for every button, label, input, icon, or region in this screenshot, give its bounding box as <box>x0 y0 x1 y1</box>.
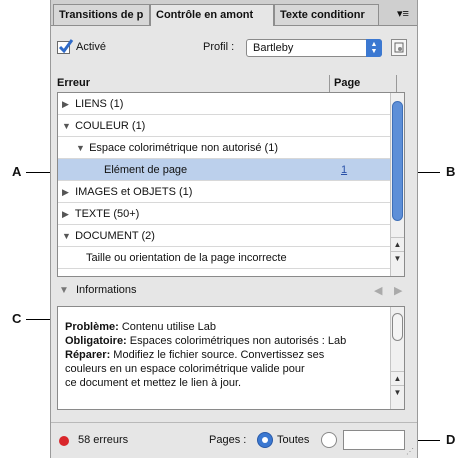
triangle-right-icon[interactable]: ▶ <box>58 93 72 115</box>
column-error[interactable]: Erreur <box>57 75 90 92</box>
panel-menu-icon[interactable]: ▾≡ <box>393 6 413 22</box>
triangle-down-icon[interactable]: ▼ <box>58 115 72 137</box>
scroll-thumb[interactable] <box>392 313 403 341</box>
profile-label: Profil : <box>203 41 235 53</box>
active-checkbox[interactable] <box>57 39 74 54</box>
tab-conditional-text[interactable]: Texte conditionr <box>274 4 379 25</box>
info-scrollbar[interactable]: ▲ ▼ <box>390 307 404 409</box>
scroll-up-icon[interactable]: ▲ <box>391 371 404 385</box>
callout-a: A <box>12 164 22 179</box>
list-item-selected[interactable]: Elément de page 1 <box>58 159 390 181</box>
info-box: Problème: Contenu utilise Lab Obligatoir… <box>57 306 405 410</box>
next-error-icon[interactable]: ▶ <box>394 284 402 297</box>
resize-grip-icon[interactable]: ⋰ <box>406 447 414 456</box>
column-page[interactable]: Page <box>334 75 360 92</box>
row-label: TEXTE (50+) <box>74 208 140 220</box>
tab-bar: Transitions de p Contrôle en amont Texte… <box>51 0 417 26</box>
radio-toutes[interactable] <box>257 432 273 448</box>
page-link[interactable]: 1 <box>341 159 347 181</box>
info-toggle-icon[interactable]: ▼ <box>59 285 69 296</box>
column-divider <box>329 75 330 92</box>
toutes-label: Toutes <box>277 434 310 446</box>
triangle-down-icon[interactable]: ▼ <box>58 225 72 247</box>
callout-c: C <box>12 311 22 326</box>
list-item[interactable]: Taille ou orientation de la page incorre… <box>58 247 390 269</box>
pages-label: Pages : <box>209 434 247 446</box>
scroll-thumb[interactable] <box>392 101 403 221</box>
error-count: 58 erreurs <box>78 434 129 446</box>
tab-preflight[interactable]: Contrôle en amont <box>150 4 274 26</box>
row-label: DOCUMENT (2) <box>75 230 155 242</box>
info-header: Informations <box>76 284 137 296</box>
error-list: ▶ LIENS (1) ▼ COULEUR (1) ▼ Espace color… <box>57 92 405 277</box>
prev-error-icon[interactable]: ◀ <box>374 284 382 297</box>
scroll-down-icon[interactable]: ▼ <box>391 385 404 399</box>
row-label: Elément de page <box>104 164 188 176</box>
triangle-right-icon[interactable]: ▶ <box>58 181 72 203</box>
list-item[interactable]: ▶ TEXTE (50+) <box>58 203 390 225</box>
profile-select[interactable]: Bartleby ▲ ▼ <box>246 39 382 57</box>
tab-transitions[interactable]: Transitions de p <box>53 4 150 25</box>
row-label: Espace colorimétrique non autorisé (1) <box>89 142 278 154</box>
row-label: COULEUR (1) <box>75 120 146 132</box>
triangle-down-icon[interactable]: ▼ <box>76 137 86 159</box>
checkmark-icon <box>58 39 74 54</box>
scroll-up-icon[interactable]: ▲ <box>391 237 404 251</box>
profile-value: Bartleby <box>253 42 294 54</box>
list-item[interactable]: ▼ COULEUR (1) <box>58 115 390 137</box>
active-label: Activé <box>76 41 106 53</box>
column-divider-end <box>396 75 397 92</box>
define-profile-icon[interactable] <box>391 39 407 56</box>
row-label: IMAGES et OBJETS (1) <box>75 186 193 198</box>
triangle-right-icon[interactable]: ▶ <box>58 203 72 225</box>
callout-d: D <box>446 432 456 447</box>
select-arrows-icon: ▲ ▼ <box>366 39 382 57</box>
list-item[interactable]: ▼ DOCUMENT (2) <box>58 225 390 247</box>
list-item[interactable]: ▶ LIENS (1) <box>58 93 390 115</box>
info-text: Problème: Contenu utilise Lab Obligatoir… <box>65 321 347 389</box>
list-item[interactable]: ▼ Espace colorimétrique non autorisé (1) <box>58 137 390 159</box>
preflight-panel: Transitions de p Contrôle en amont Texte… <box>50 0 418 458</box>
list-scrollbar[interactable]: ▲ ▼ <box>390 93 404 276</box>
error-status-icon <box>59 436 69 446</box>
row-label: Taille ou orientation de la page incorre… <box>86 252 287 264</box>
row-label: LIENS (1) <box>75 98 124 110</box>
list-item[interactable]: ▶ IMAGES et OBJETS (1) <box>58 181 390 203</box>
callout-b: B <box>446 164 456 179</box>
radio-range[interactable] <box>321 432 337 448</box>
status-bar: 58 erreurs Pages : Toutes ⋰ <box>51 422 417 459</box>
scroll-down-icon[interactable]: ▼ <box>391 251 404 265</box>
page-range-input[interactable] <box>343 430 405 450</box>
